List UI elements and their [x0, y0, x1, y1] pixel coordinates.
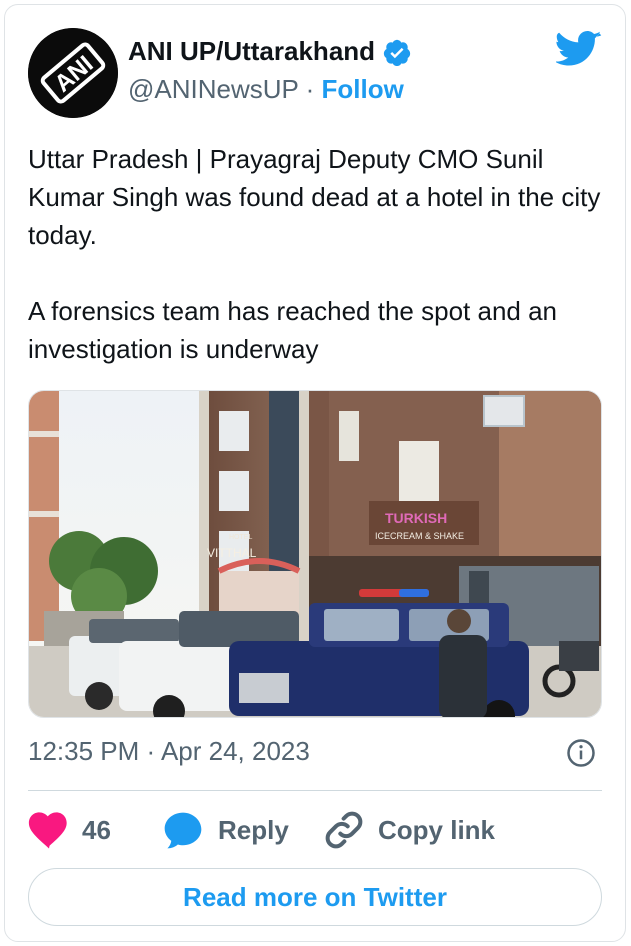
divider [28, 790, 602, 791]
follow-button[interactable]: Follow [322, 74, 404, 104]
tweet-text: Uttar Pradesh | Prayagraj Deputy CMO Sun… [28, 140, 608, 368]
hotel-street-photo: HOTEL VITTHAL TURKISH ICECREAM & SHAKE [29, 391, 601, 717]
link-icon [325, 811, 363, 849]
shop-sign-brand: TURKISH [385, 510, 447, 526]
like-count: 46 [82, 814, 111, 845]
heart-icon [28, 812, 67, 849]
verified-badge-icon [383, 39, 411, 67]
hotel-sign-name: VITTHAL [207, 546, 257, 560]
separator-dot: · [305, 74, 315, 104]
reply-bubble-icon [164, 812, 202, 849]
tweet-photo[interactable]: HOTEL VITTHAL TURKISH ICECREAM & SHAKE [28, 390, 602, 718]
copy-link-button[interactable]: Copy link [322, 808, 495, 852]
reply-label: Reply [218, 814, 289, 845]
info-icon[interactable] [566, 738, 596, 768]
read-more-button[interactable]: Read more on Twitter [28, 868, 602, 926]
twitter-bird-icon[interactable] [556, 30, 602, 70]
shop-sign-subtitle: ICECREAM & SHAKE [375, 531, 464, 541]
handle[interactable]: @ANINewsUP [128, 74, 298, 104]
reply-button[interactable]: Reply [160, 808, 289, 852]
tweet-paragraph: A forensics team has reached the spot an… [28, 296, 558, 364]
tweet-timestamp[interactable]: 12:35 PM · Apr 24, 2023 [28, 736, 310, 767]
copy-link-label: Copy link [378, 814, 496, 845]
like-button[interactable]: 46 [28, 808, 111, 852]
handle-row: @ANINewsUP · Follow [128, 74, 404, 105]
avatar[interactable]: ANI [28, 28, 118, 118]
hotel-sign-small: HOTEL [229, 534, 252, 541]
tweet-paragraph: Uttar Pradesh | Prayagraj Deputy CMO Sun… [28, 144, 601, 250]
display-name[interactable]: ANI UP/Uttarakhand [128, 36, 375, 67]
